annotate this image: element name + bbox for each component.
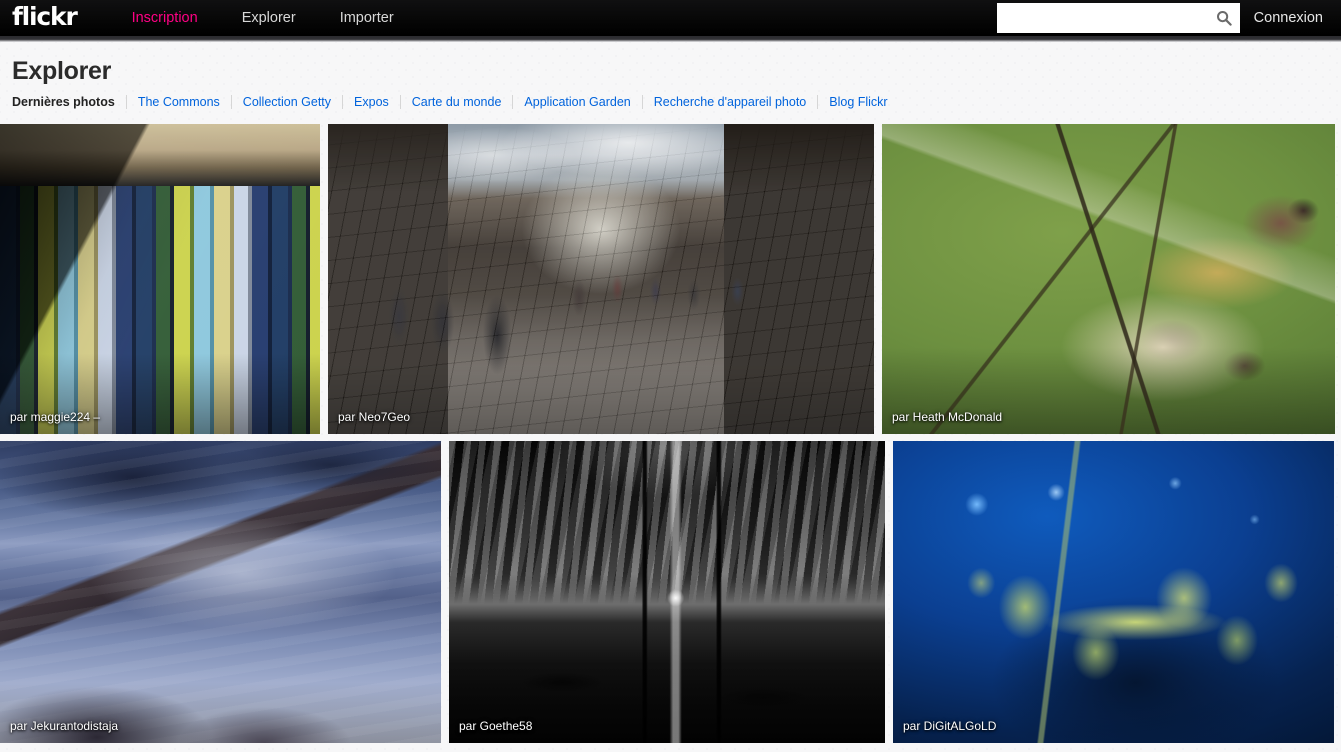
photo-tile[interactable]: par Neo7Geo — [328, 124, 874, 434]
photo-tile[interactable]: par Heath McDonald — [882, 124, 1335, 434]
photo-tile[interactable]: par Jekurantodistaja — [0, 441, 441, 743]
photo-image-leafy-sea-dragon — [893, 441, 1334, 743]
subnav-item-recherche-appareil-photo[interactable]: Recherche d'appareil photo — [641, 95, 818, 109]
photo-credit[interactable]: par maggie224 – — [10, 410, 100, 424]
photo-image-city-street — [328, 124, 874, 434]
nav-item-explorer[interactable]: Explorer — [220, 0, 318, 36]
nav-item-inscription[interactable]: Inscription — [110, 0, 220, 36]
photo-credit[interactable]: par Neo7Geo — [338, 410, 410, 424]
photo-tile[interactable]: par DiGitALGoLD — [893, 441, 1334, 743]
search-input[interactable] — [996, 3, 1240, 33]
photo-tile[interactable]: par Goethe58 — [449, 441, 885, 743]
subnav-item-dernieres-photos[interactable]: Dernières photos — [12, 95, 126, 109]
photo-credit[interactable]: par Goethe58 — [459, 719, 532, 733]
photo-credit[interactable]: par Jekurantodistaja — [10, 719, 118, 733]
subnav-item-carte-du-monde[interactable]: Carte du monde — [399, 95, 513, 109]
photo-image-beach-huts — [0, 124, 320, 434]
photo-credit[interactable]: par DiGitALGoLD — [903, 719, 996, 733]
flickr-logo[interactable]: flickr — [12, 4, 78, 32]
subnav-item-application-garden[interactable]: Application Garden — [512, 95, 641, 109]
subnav-item-blog-flickr[interactable]: Blog Flickr — [817, 95, 898, 109]
page-title: Explorer — [12, 57, 112, 85]
photo-grid: par maggie224 – par Neo7Geo par Heath Mc… — [0, 124, 1341, 743]
photo-image-bw-boats — [449, 441, 885, 743]
masthead: flickr Inscription Explorer Importer Con… — [0, 0, 1341, 36]
photo-credit[interactable]: par Heath McDonald — [892, 410, 1002, 424]
login-link[interactable]: Connexion — [1254, 10, 1341, 26]
subnav-item-the-commons[interactable]: The Commons — [125, 95, 231, 109]
photo-tile[interactable]: par maggie224 – — [0, 124, 320, 434]
photo-grid-row: par Jekurantodistaja par Goethe58 par Di… — [0, 441, 1341, 743]
photo-image-macro-fly — [882, 124, 1335, 434]
subnav-item-collection-getty[interactable]: Collection Getty — [230, 95, 342, 109]
photo-image-seascape — [0, 441, 441, 743]
page-header: Explorer Dernières photos The Commons Co… — [0, 42, 1341, 112]
secondary-nav: Dernières photos The Commons Collection … — [12, 92, 1341, 112]
nav-item-importer[interactable]: Importer — [318, 0, 416, 36]
photo-grid-row: par maggie224 – par Neo7Geo par Heath Mc… — [0, 124, 1341, 434]
search-box[interactable] — [996, 3, 1240, 33]
primary-nav: Inscription Explorer Importer — [110, 0, 416, 36]
subnav-item-expos[interactable]: Expos — [342, 95, 400, 109]
masthead-right: Connexion — [996, 0, 1341, 36]
